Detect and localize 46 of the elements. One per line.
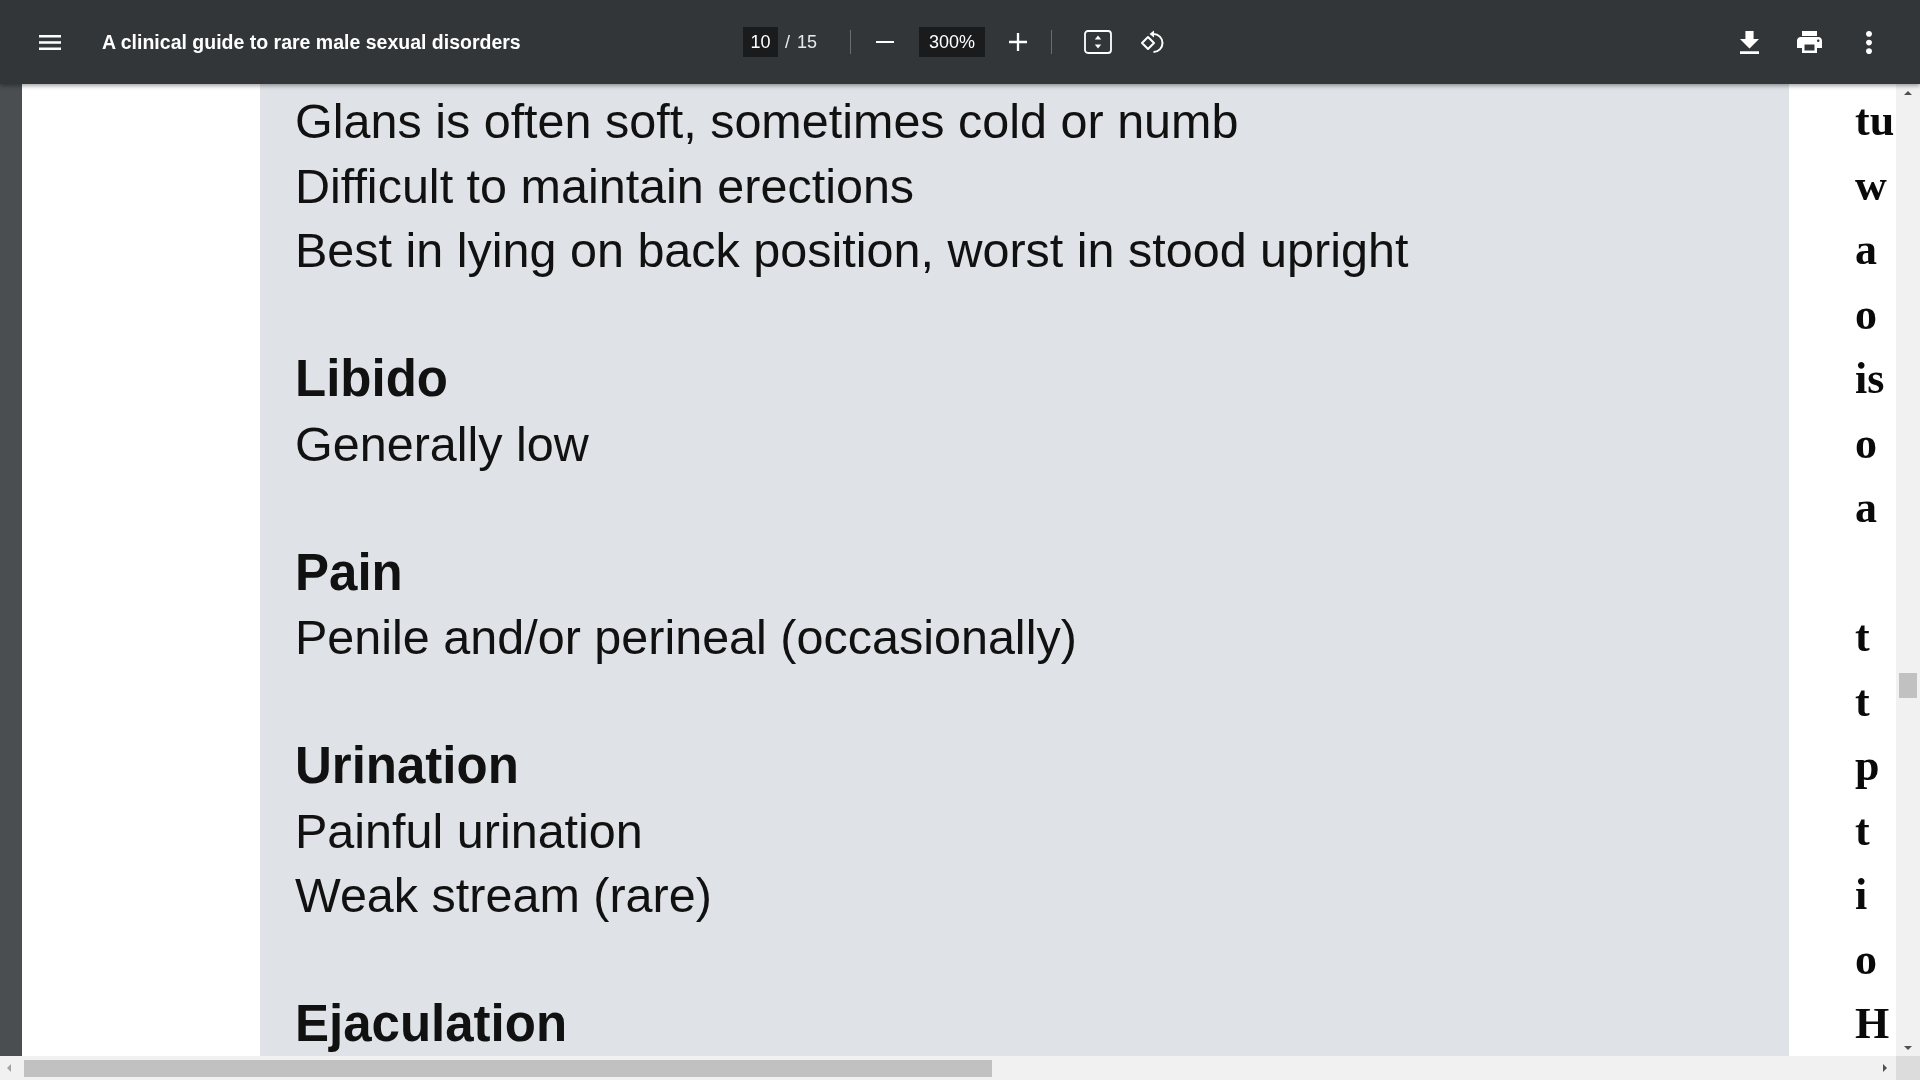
body-text: Glans is often soft, sometimes cold or numb xyxy=(295,93,1239,150)
right-arrow-icon xyxy=(1882,1064,1887,1072)
section-heading: Urination xyxy=(295,736,519,796)
scrollbar-thumb[interactable] xyxy=(24,1059,992,1077)
vertical-scrollbar[interactable] xyxy=(1896,84,1920,1056)
body-text: Penile and/or perineal (occasionally) xyxy=(295,609,1077,666)
text-fragment: o xyxy=(1855,288,1877,341)
text-fragment: w xyxy=(1855,159,1887,212)
document-title: A clinical guide to rare male sexual disorders xyxy=(102,30,521,54)
text-fragment: p xyxy=(1855,740,1880,792)
print-icon xyxy=(1796,31,1822,53)
body-text: Difficult to maintain erections xyxy=(295,157,915,215)
rotate-icon xyxy=(1139,30,1165,54)
page-number-field[interactable]: 10 xyxy=(743,27,778,57)
section-heading: Libido xyxy=(295,349,448,409)
section-heading: Pain xyxy=(295,542,403,603)
more-vertical-icon xyxy=(1866,30,1872,54)
section-heading: Ejaculation xyxy=(295,994,568,1054)
plus-icon xyxy=(1009,33,1028,51)
body-text: Weak stream (rare) xyxy=(295,867,712,924)
body-text: Painful urination xyxy=(295,802,643,860)
text-fragment: o xyxy=(1855,933,1877,986)
text-fragment: tu xyxy=(1855,95,1895,147)
text-fragment: H xyxy=(1855,998,1890,1050)
text-fragment: o xyxy=(1855,417,1877,470)
zoom-field[interactable]: 300% xyxy=(919,27,986,57)
menu-icon xyxy=(39,34,61,50)
page-count: / 15 xyxy=(785,31,818,53)
left-arrow-icon xyxy=(6,1064,11,1072)
text-fragment: t xyxy=(1855,675,1870,728)
text-fragment: is xyxy=(1855,353,1885,405)
horizontal-scrollbar[interactable] xyxy=(0,1056,1896,1080)
text-fragment: a xyxy=(1855,224,1877,276)
text-fragment: t xyxy=(1855,804,1870,857)
fit-page-icon xyxy=(1084,30,1113,54)
down-arrow-icon xyxy=(1904,1045,1912,1050)
text-fragment: i xyxy=(1855,869,1868,921)
text-fragment: a xyxy=(1855,482,1877,534)
scrollbar-corner xyxy=(1896,1056,1920,1080)
body-text: Best in lying on back position, worst in stood upright xyxy=(295,222,1409,279)
body-text: Generally low xyxy=(295,415,589,473)
scrollbar-thumb[interactable] xyxy=(1899,673,1917,698)
up-arrow-icon xyxy=(1904,90,1912,95)
text-fragment: t xyxy=(1855,611,1870,663)
minus-icon xyxy=(876,41,895,43)
download-icon xyxy=(1739,30,1759,54)
